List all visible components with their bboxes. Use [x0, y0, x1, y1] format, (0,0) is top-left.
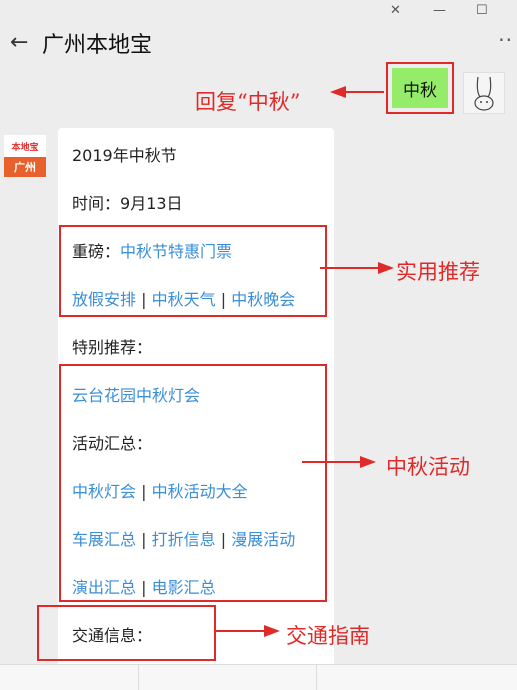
user-avatar[interactable]: [463, 72, 505, 114]
maximize-icon[interactable]: ☐: [476, 3, 488, 18]
bottom-menu-bar: [0, 664, 517, 690]
back-arrow-icon[interactable]: ←: [10, 30, 28, 55]
practical-highlight-box: [59, 225, 327, 317]
menu-tab[interactable]: [138, 665, 317, 690]
user-message-bubble: 中秋: [386, 62, 454, 114]
reply-hint-annotation: 回复“中秋”: [195, 90, 301, 114]
time-line: 时间：9月13日: [72, 190, 183, 214]
arrow-left-icon: [330, 86, 384, 98]
user-message-text: 中秋: [392, 68, 448, 108]
activities-highlight-box: [59, 364, 327, 602]
traffic-annotation: 交通指南: [286, 624, 370, 648]
practical-annotation: 实用推荐: [396, 260, 480, 284]
bot-avatar-logo: 本地宝: [4, 135, 46, 157]
arrow-right-icon: [302, 456, 376, 468]
rabbit-icon: [474, 76, 494, 111]
menu-tab[interactable]: [0, 665, 139, 690]
arrow-right-icon: [214, 625, 280, 637]
special-label: 特别推荐：: [72, 338, 153, 357]
menu-tab[interactable]: [316, 665, 516, 690]
time-label: 时间：: [72, 194, 121, 213]
pin-icon[interactable]: ✕: [390, 3, 401, 18]
bot-avatar-city: 广州: [4, 157, 46, 177]
message-title: 2019年中秋节: [72, 146, 177, 165]
traffic-highlight-box: [37, 605, 216, 661]
more-icon[interactable]: ··: [498, 28, 513, 52]
minimize-icon[interactable]: —: [433, 3, 446, 18]
page-title: 广州本地宝: [42, 33, 153, 58]
bot-avatar[interactable]: 本地宝 广州: [4, 135, 46, 177]
time-value: 9月13日: [120, 194, 183, 213]
arrow-right-icon: [320, 262, 394, 274]
mid-autumn-annotation: 中秋活动: [386, 455, 470, 479]
